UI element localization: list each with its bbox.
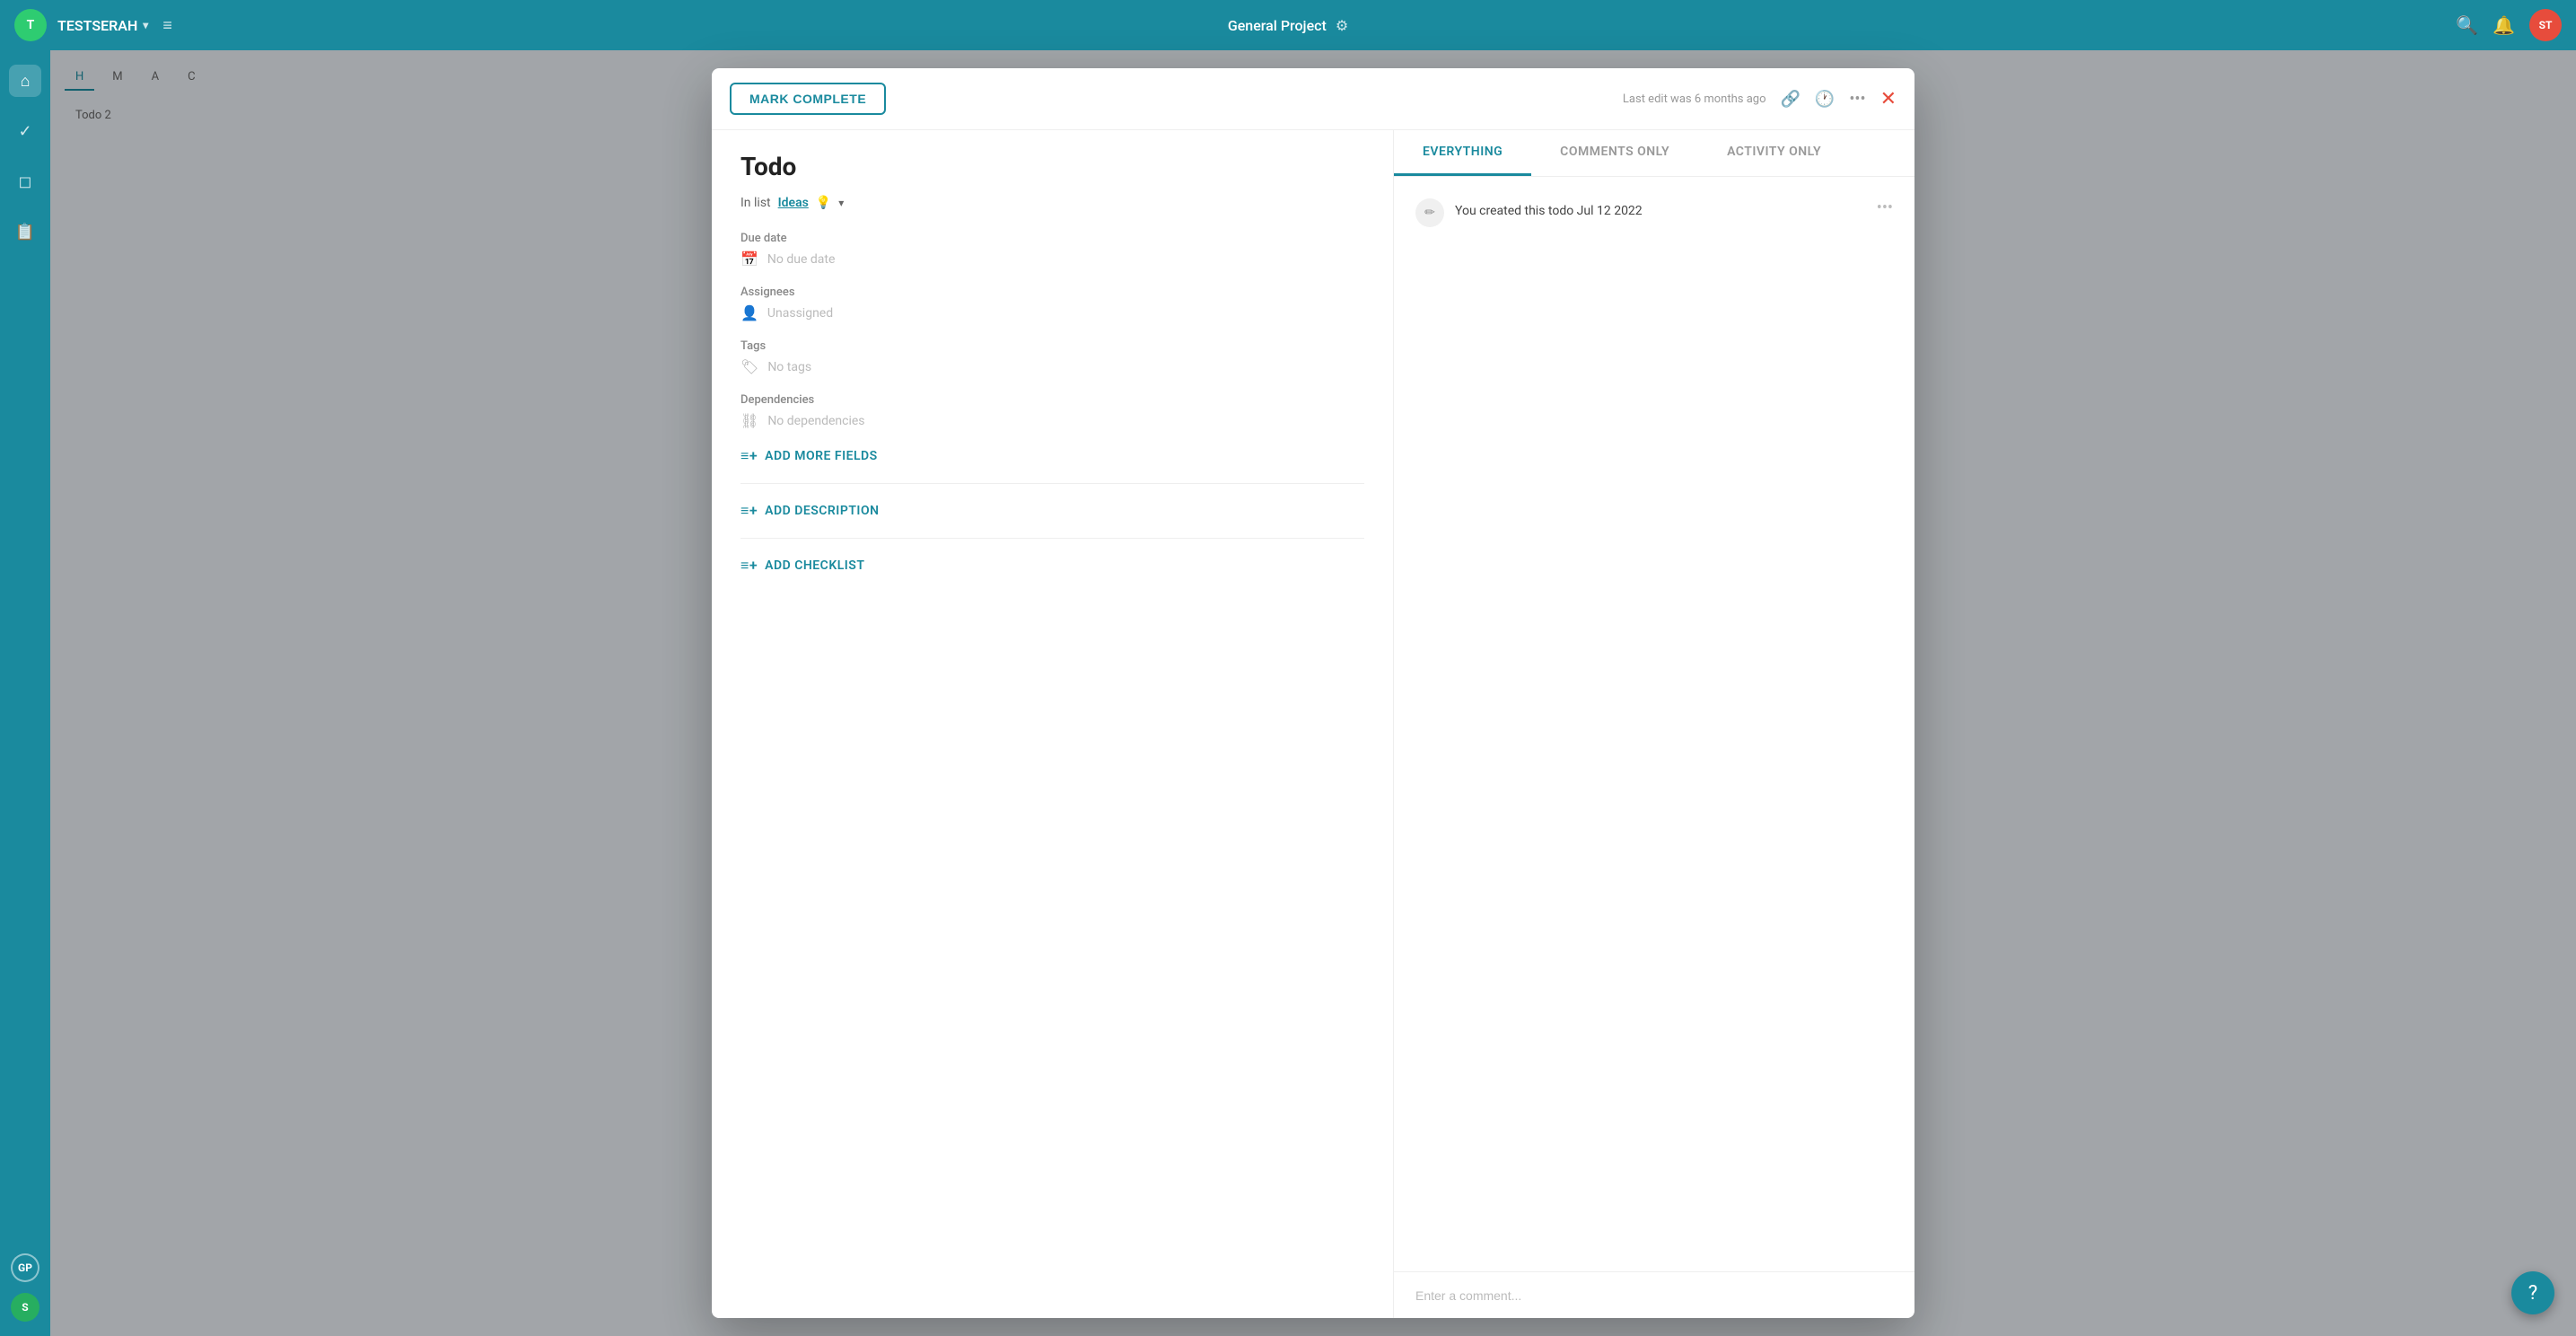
add-description-button[interactable]: ≡+ ADD DESCRIPTION (740, 502, 1364, 520)
tabs-bar: EVERYTHING COMMENTS ONLY ACTIVITY ONLY (1394, 130, 1914, 177)
modal-overlay: MARK COMPLETE Last edit was 6 months ago… (50, 50, 2576, 1336)
in-list-chevron-icon[interactable]: ▾ (838, 197, 844, 209)
left-panel: Todo In list Ideas 💡 ▾ Due date 📅 No due… (712, 130, 1394, 1318)
due-date-label: Due date (740, 232, 1364, 245)
close-button[interactable]: ✕ (1880, 88, 1897, 110)
workspace-chevron-icon[interactable]: ▾ (143, 19, 148, 31)
assignees-value-row[interactable]: 👤 Unassigned (740, 304, 1364, 321)
tags-value-row[interactable]: 🏷 No tags (740, 358, 1364, 375)
tab-everything[interactable]: EVERYTHING (1394, 130, 1531, 176)
person-icon: 👤 (740, 304, 758, 321)
left-sidebar: ⌂ ✓ ◻ 📋 GP S (0, 50, 50, 1336)
modal-body: Todo In list Ideas 💡 ▾ Due date 📅 No due… (712, 130, 1914, 1318)
bulb-icon: 💡 (816, 196, 831, 210)
edit-activity-icon: ✏ (1415, 198, 1444, 227)
navbar-actions: 🔍 🔔 ST (2456, 9, 2562, 41)
add-description-icon: ≡+ (740, 502, 758, 520)
project-avatar-s[interactable]: S (11, 1293, 39, 1322)
tags-value: No tags (767, 360, 811, 374)
sidebar-item-home[interactable]: ⌂ (9, 65, 41, 97)
tags-section: Tags 🏷 No tags (740, 339, 1364, 375)
dependencies-section: Dependencies ⛓ No dependencies (740, 393, 1364, 429)
link-icon[interactable]: 🔗 (1780, 90, 1800, 109)
workspace-title[interactable]: TESTSERAH ▾ (57, 17, 148, 34)
user-avatar[interactable]: T (14, 9, 47, 41)
activity-area: ✏ You created this todo Jul 12 2022 ••• (1394, 177, 1914, 1271)
mark-complete-button[interactable]: MARK COMPLETE (730, 83, 886, 115)
divider-2 (740, 538, 1364, 539)
in-list-label: In list (740, 196, 771, 210)
dependencies-value-row[interactable]: ⛓ No dependencies (740, 412, 1364, 429)
navbar: T TESTSERAH ▾ ≡ General Project ⚙ 🔍 🔔 ST (0, 0, 2576, 50)
sidebar-item-boards[interactable]: ◻ (9, 165, 41, 198)
bell-icon[interactable]: 🔔 (2493, 14, 2515, 36)
dependency-icon: ⛓ (740, 412, 758, 429)
modal-header-left: MARK COMPLETE (730, 83, 886, 115)
tab-activity-only[interactable]: ACTIVITY ONLY (1698, 130, 1850, 176)
comment-area (1394, 1271, 1914, 1318)
in-list-value[interactable]: Ideas (778, 196, 809, 210)
activity-text: You created this todo Jul 12 2022 (1455, 198, 1643, 218)
project-avatar-gp[interactable]: GP (11, 1253, 39, 1282)
add-checklist-button[interactable]: ≡+ ADD CHECKLIST (740, 557, 1364, 575)
activity-item: ✏ You created this todo Jul 12 2022 ••• (1415, 198, 1893, 227)
assignees-label: Assignees (740, 286, 1364, 299)
more-options-icon[interactable]: ••• (1849, 90, 1865, 109)
right-panel: EVERYTHING COMMENTS ONLY ACTIVITY ONLY ✏… (1394, 130, 1914, 1318)
add-more-fields-button[interactable]: ≡+ ADD MORE FIELDS (740, 447, 1364, 465)
gear-icon[interactable]: ⚙ (1336, 17, 1348, 34)
dependencies-value: No dependencies (767, 414, 864, 428)
task-title: Todo (740, 152, 1364, 181)
dependencies-label: Dependencies (740, 393, 1364, 407)
divider-1 (740, 483, 1364, 484)
history-icon[interactable]: 🕐 (1815, 90, 1835, 109)
due-date-value: No due date (767, 252, 835, 267)
add-more-fields-icon: ≡+ (740, 447, 758, 465)
last-edit-text: Last edit was 6 months ago (1623, 92, 1766, 106)
modal-header: MARK COMPLETE Last edit was 6 months ago… (712, 68, 1914, 130)
assignees-value: Unassigned (767, 306, 833, 321)
due-date-value-row[interactable]: 📅 No due date (740, 250, 1364, 268)
tab-comments-only[interactable]: COMMENTS ONLY (1531, 130, 1698, 176)
calendar-icon: 📅 (740, 250, 758, 268)
project-title: General Project ⚙ (1228, 17, 1348, 34)
activity-more-icon[interactable]: ••• (1877, 198, 1893, 217)
sidebar-item-reports[interactable]: 📋 (9, 215, 41, 248)
tags-label: Tags (740, 339, 1364, 353)
add-checklist-icon: ≡+ (740, 557, 758, 575)
tag-icon: 🏷 (740, 358, 758, 375)
current-user-avatar[interactable]: ST (2529, 9, 2562, 41)
due-date-section: Due date 📅 No due date (740, 232, 1364, 268)
search-icon[interactable]: 🔍 (2456, 14, 2478, 36)
in-list-row: In list Ideas 💡 ▾ (740, 196, 1364, 210)
comment-input[interactable] (1415, 1288, 1893, 1303)
help-fab[interactable]: ? (2511, 1271, 2554, 1314)
menu-icon[interactable]: ≡ (162, 16, 172, 35)
modal-header-right: Last edit was 6 months ago 🔗 🕐 ••• ✕ (1623, 88, 1897, 110)
assignees-section: Assignees 👤 Unassigned (740, 286, 1364, 321)
sidebar-item-tasks[interactable]: ✓ (9, 115, 41, 147)
task-modal: MARK COMPLETE Last edit was 6 months ago… (712, 68, 1914, 1318)
